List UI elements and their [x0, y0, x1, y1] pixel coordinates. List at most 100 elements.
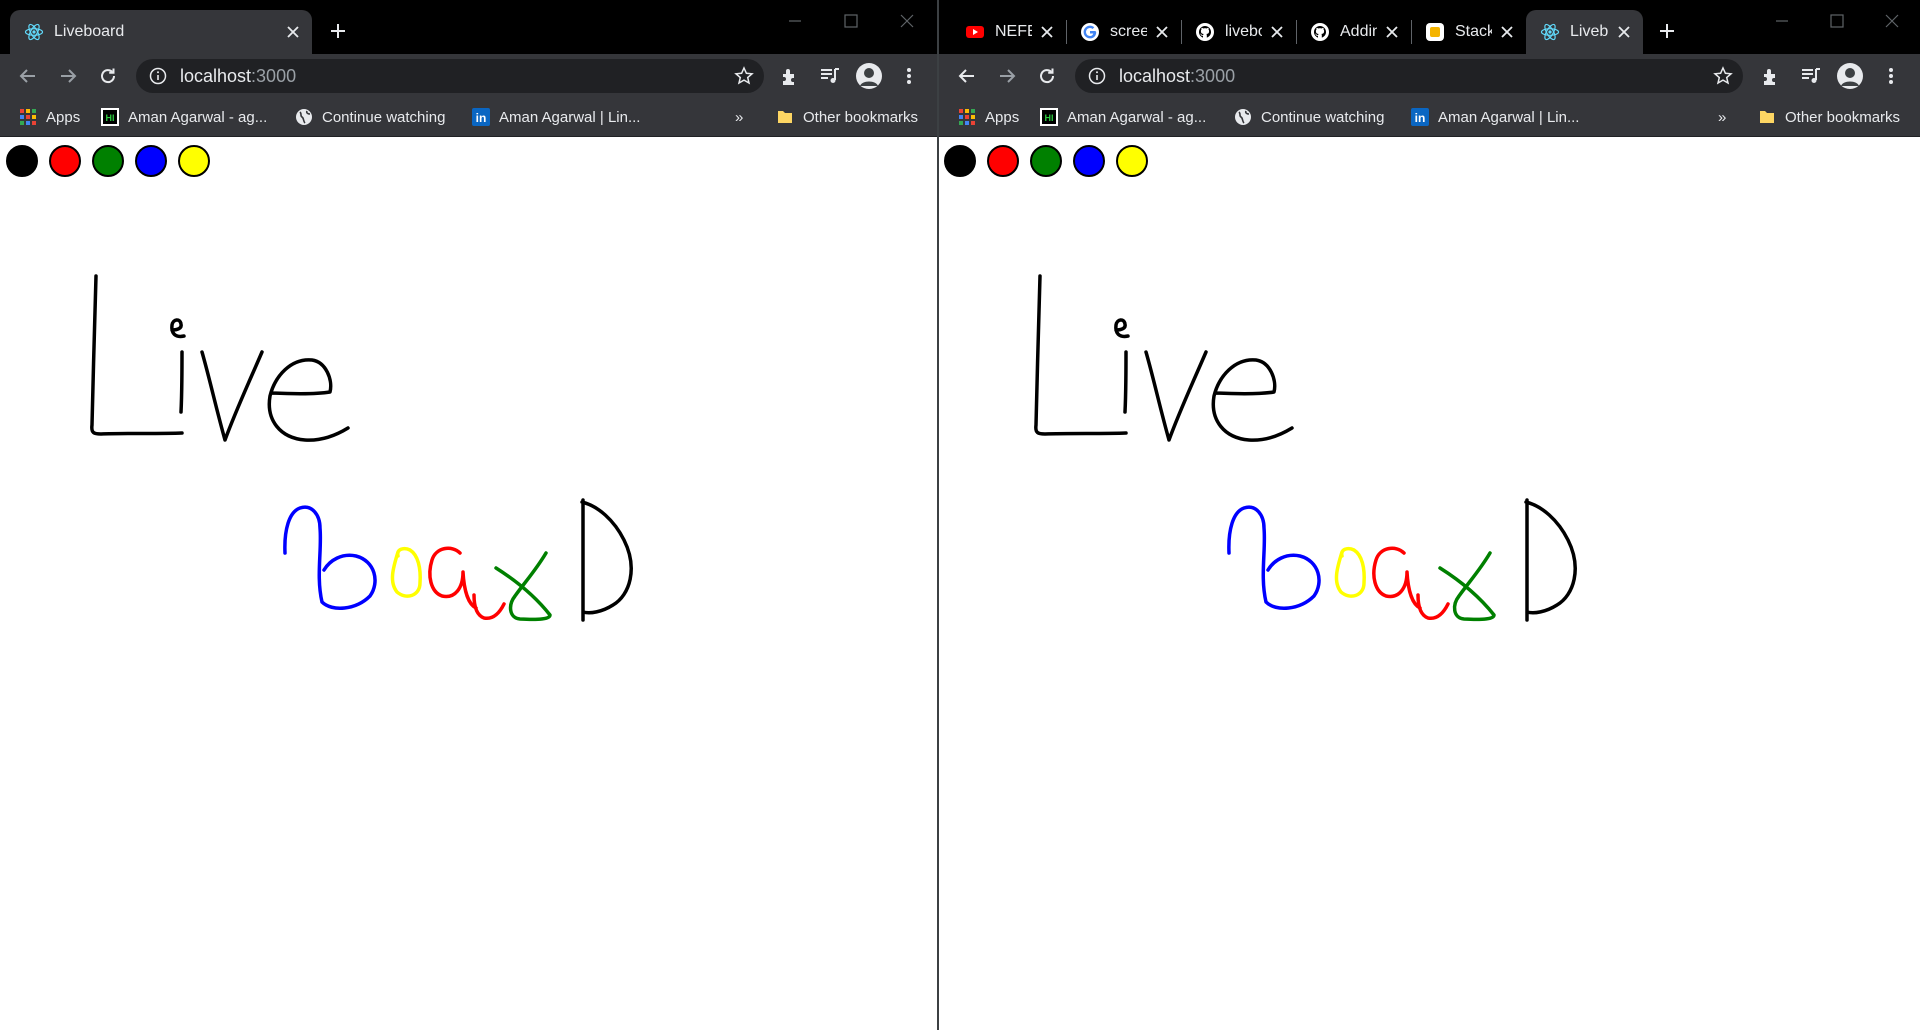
minimize-button[interactable] — [770, 6, 820, 36]
close-window-button[interactable] — [882, 6, 932, 36]
info-icon[interactable] — [1087, 66, 1107, 86]
bookmarks-overflow-button[interactable]: » — [735, 105, 743, 129]
address-bar[interactable]: localhost:3000 — [136, 59, 764, 93]
close-tab-icon[interactable] — [1383, 23, 1401, 41]
tab-liveboard[interactable]: Liveboard — [10, 10, 312, 54]
media-control-icon[interactable] — [815, 61, 845, 91]
new-tab-button[interactable] — [324, 17, 352, 45]
svg-text:in: in — [1415, 111, 1426, 125]
bookmark-label: Apps — [985, 108, 1020, 126]
reload-button[interactable] — [1032, 61, 1062, 91]
tab-liveboard[interactable]: Liveb — [1526, 10, 1643, 54]
stroke-i — [1123, 350, 1128, 414]
profile-avatar[interactable] — [1835, 61, 1865, 91]
close-tab-icon[interactable] — [284, 23, 302, 41]
tab-title: Addin — [1340, 23, 1377, 40]
stroke-a — [428, 546, 478, 610]
apps-grid-icon — [958, 108, 976, 126]
forward-button[interactable] — [53, 61, 83, 91]
maximize-button[interactable] — [826, 6, 876, 36]
tab-title: livebo — [1225, 23, 1262, 40]
profile-avatar[interactable] — [854, 61, 884, 91]
stroke-d — [1524, 498, 1577, 622]
stroke-d — [580, 498, 633, 622]
svg-text:in: in — [476, 111, 487, 125]
bookmark-other-bookmarks[interactable]: Other bookmarks — [776, 105, 918, 129]
stroke-e — [1211, 358, 1294, 442]
address-bar[interactable]: localhost:3000 — [1075, 59, 1743, 93]
stackblitz-icon — [1425, 22, 1445, 42]
drawing-board[interactable] — [0, 137, 935, 1030]
new-tab-button[interactable] — [1653, 17, 1681, 45]
stroke-o — [390, 546, 422, 598]
stroke-b — [1227, 505, 1321, 610]
toolbar: localhost:3000 — [0, 54, 937, 98]
bookmarks-overflow-button[interactable]: » — [1718, 105, 1726, 129]
globe-icon — [295, 108, 313, 126]
tab-stack[interactable]: Stack — [1411, 10, 1526, 54]
hashnode-icon: HI — [101, 108, 119, 126]
close-window-button[interactable] — [1867, 6, 1917, 36]
tab-adding-github[interactable]: Addin — [1296, 10, 1411, 54]
media-control-icon[interactable] — [1796, 61, 1826, 91]
close-tab-icon[interactable] — [1038, 23, 1056, 41]
bookmark-apps[interactable]: Apps — [19, 105, 80, 129]
close-tab-icon[interactable] — [1268, 23, 1286, 41]
menu-icon[interactable] — [1876, 61, 1906, 91]
url-text: localhost:3000 — [180, 65, 297, 86]
tab-title: NEFE — [995, 23, 1032, 40]
star-icon[interactable] — [734, 66, 754, 86]
info-icon[interactable] — [148, 66, 168, 86]
menu-icon[interactable] — [894, 61, 924, 91]
page-content — [0, 137, 937, 1030]
bookmark-aman-agarwal[interactable]: HI Aman Agarwal - ag... — [101, 105, 267, 129]
bookmarks-bar: Apps HI Aman Agarwal - ag... Continue wa… — [939, 98, 1920, 137]
bookmark-label: Aman Agarwal | Lin... — [1438, 108, 1580, 126]
stroke-r — [1416, 593, 1450, 621]
tab-screen[interactable]: scree — [1066, 10, 1181, 54]
svg-text:HI: HI — [106, 113, 115, 123]
bookmark-label: Continue watching — [322, 108, 446, 126]
close-tab-icon[interactable] — [1153, 23, 1171, 41]
drawing-board[interactable] — [939, 137, 1920, 1030]
tab-strip: NEFE scree livebo Addin — [939, 0, 1920, 54]
bookmark-label: Continue watching — [1261, 108, 1385, 126]
bookmark-continue-watching[interactable]: Continue watching — [1234, 105, 1384, 129]
url-text: localhost:3000 — [1119, 65, 1236, 86]
folder-icon — [776, 108, 794, 126]
bookmark-linkedin[interactable]: in Aman Agarwal | Lin... — [1411, 105, 1579, 129]
back-button[interactable] — [952, 61, 982, 91]
extensions-icon[interactable] — [1756, 61, 1786, 91]
bookmark-continue-watching[interactable]: Continue watching — [295, 105, 445, 129]
hashnode-icon: HI — [1040, 108, 1058, 126]
bookmark-label: Aman Agarwal | Lin... — [499, 108, 641, 126]
bookmark-other-bookmarks[interactable]: Other bookmarks — [1758, 105, 1900, 129]
close-tab-icon[interactable] — [1615, 23, 1633, 41]
reload-button[interactable] — [93, 61, 123, 91]
bookmark-apps[interactable]: Apps — [958, 105, 1019, 129]
extensions-icon[interactable] — [775, 61, 805, 91]
youtube-icon — [965, 22, 985, 42]
stroke-l — [90, 274, 184, 436]
bookmark-aman-agarwal[interactable]: HI Aman Agarwal - ag... — [1040, 105, 1206, 129]
bookmark-label: Aman Agarwal - ag... — [1067, 108, 1207, 126]
forward-button[interactable] — [992, 61, 1022, 91]
stroke-b — [283, 505, 377, 610]
stroke-r — [472, 593, 506, 621]
minimize-button[interactable] — [1757, 6, 1807, 36]
stroke-e-small — [170, 318, 186, 339]
tab-title: scree — [1110, 23, 1147, 40]
toolbar: localhost:3000 — [939, 54, 1920, 98]
close-tab-icon[interactable] — [1498, 23, 1516, 41]
star-icon[interactable] — [1713, 66, 1733, 86]
stroke-v — [1144, 350, 1208, 442]
bookmark-linkedin[interactable]: in Aman Agarwal | Lin... — [472, 105, 640, 129]
tab-liveboard-github[interactable]: livebo — [1181, 10, 1296, 54]
back-button[interactable] — [13, 61, 43, 91]
bookmark-label: Aman Agarwal - ag... — [128, 108, 268, 126]
browser-window-right: NEFE scree livebo Addin — [939, 0, 1920, 1030]
linkedin-icon: in — [1411, 108, 1429, 126]
maximize-button[interactable] — [1812, 6, 1862, 36]
tab-nefe[interactable]: NEFE — [951, 10, 1066, 54]
stroke-x — [1438, 551, 1496, 622]
